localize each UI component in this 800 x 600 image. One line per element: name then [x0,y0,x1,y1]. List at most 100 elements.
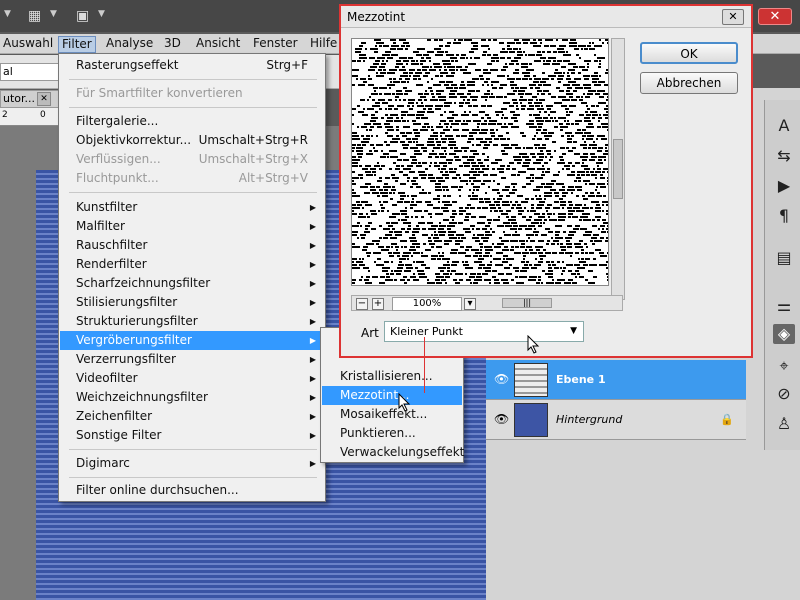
menu-fenster[interactable]: Fenster [250,36,301,53]
submenu-arrow-icon: ▶ [309,459,316,468]
menu-item-label: Verzerrungsfilter [76,352,176,366]
submenu-arrow-icon: ▶ [309,203,316,212]
cancel-button[interactable]: Abbrechen [640,72,738,94]
menu-item-label: Filtergalerie... [76,114,159,128]
preview-vertical-scrollbar[interactable] [611,38,625,300]
menu-item-filter-online[interactable]: Filter online durchsuchen... [60,481,324,500]
submenu-arrow-icon: ▶ [309,279,316,288]
stamp-icon[interactable]: ♙ [773,414,795,434]
art-select-value: Kleiner Punkt [390,325,463,338]
scroll-thumb[interactable] [613,139,623,199]
menu-item-filtergalerie[interactable]: Filtergalerie... [60,112,324,131]
submenu-arrow-icon: ▶ [309,298,316,307]
menu-item-label: Stilisierungsfilter [76,295,178,309]
menu-item-label: Videofilter [76,371,138,385]
menu-item-strukturierungsfilter[interactable]: Strukturierungsfilter ▶ [60,312,324,331]
menu-item-rauschfilter[interactable]: Rauschfilter ▶ [60,236,324,255]
menu-item-label: Kunstfilter [76,200,138,214]
document-tab[interactable]: utor... [0,90,60,108]
menu-item-label: Zeichenfilter [76,409,153,423]
menu-item-scharfzeichnungsfilter[interactable]: Scharfzeichnungsfilter ▶ [60,274,324,293]
zoom-dropdown-icon[interactable]: ▾ [464,298,476,310]
mouse-cursor-icon [398,393,411,412]
submenu-item-mosaikeffekt[interactable]: Mosaikeffekt... [322,405,462,424]
option-field[interactable]: al [0,63,60,81]
menu-item-malfilter[interactable]: Malfilter ▶ [60,217,324,236]
filter-preview[interactable] [351,38,609,286]
dialog-title: Mezzotint [341,6,751,28]
ruler-mark: 2 [2,110,8,120]
menu-item-label: Scharfzeichnungsfilter [76,276,211,290]
layer-row[interactable]: 👁 Ebene 1 [486,360,746,400]
menu-item-zeichenfilter[interactable]: Zeichenfilter ▶ [60,407,324,426]
zoom-level[interactable]: 100% [392,297,462,311]
zoom-bar: − + 100% ▾ ||| [351,295,623,311]
arrange-documents-icon[interactable]: ▦ [28,8,41,24]
screen-mode-icon[interactable]: ▣ [76,8,89,24]
menu-item-stilisierungsfilter[interactable]: Stilisierungsfilter ▶ [60,293,324,312]
menu-item-digimarc[interactable]: Digimarc ▶ [60,454,324,473]
menu-item-weichzeichnungsfilter[interactable]: Weichzeichnungsfilter ▶ [60,388,324,407]
paragraph-icon[interactable]: ¶ [773,206,795,226]
menu-item-vergroeberungsfilter[interactable]: Vergröberungsfilter ▶ [60,331,324,350]
zoom-out-button[interactable]: − [356,298,368,310]
menu-item-videofilter[interactable]: Videofilter ▶ [60,369,324,388]
chevron-down-icon[interactable]: ▼ [98,9,105,19]
menu-item-renderfilter[interactable]: Renderfilter ▶ [60,255,324,274]
menu-item-label: Strukturierungsfilter [76,314,198,328]
menu-item-fluchtpunkt: Fluchtpunkt... Alt+Strg+V [60,169,324,188]
art-label: Art [361,326,379,340]
shortcut-label: Alt+Strg+V [238,171,308,185]
menu-item-label: Rauschfilter [76,238,148,252]
eye-icon[interactable]: 👁 [494,412,509,426]
clone-source-icon[interactable]: ⇆ [773,146,795,166]
close-icon[interactable]: ✕ [722,9,744,25]
submenu-item-mezzotint[interactable]: Mezzotint... [322,386,462,405]
menu-item-label: Sonstige Filter [76,428,162,442]
paths-icon[interactable]: ⌖ [773,356,795,376]
submenu-arrow-icon: ▶ [309,317,316,326]
submenu-arrow-icon: ▶ [309,241,316,250]
layers-icon[interactable]: ◈ [773,324,795,344]
menu-item-rasterungseffekt[interactable]: Rasterungseffekt Strg+F [60,56,324,75]
notes-icon[interactable]: ▤ [773,248,795,268]
mezzotint-preview-pattern [352,39,608,285]
annotation-line [424,337,425,393]
menu-item-objektivkorrektur[interactable]: Objektivkorrektur... Umschalt+Strg+R [60,131,324,150]
chevron-down-icon[interactable]: ▼ [4,9,11,19]
menu-separator [69,449,317,450]
close-icon[interactable]: ✕ [37,92,51,106]
shortcut-label: Strg+F [266,58,308,72]
menu-analyse[interactable]: Analyse [103,36,156,53]
eye-icon[interactable]: 👁 [494,372,509,386]
submenu-arrow-icon: ▶ [309,355,316,364]
character-icon[interactable]: A [773,116,795,136]
menu-filter[interactable]: Filter [58,36,96,53]
menu-item-verzerrungsfilter[interactable]: Verzerrungsfilter ▶ [60,350,324,369]
menu-item-sonstige-filter[interactable]: Sonstige Filter ▶ [60,426,324,445]
zoom-in-button[interactable]: + [372,298,384,310]
menu-hilfe[interactable]: Hilfe [307,36,340,53]
menu-3d[interactable]: 3D [161,36,184,53]
menu-ansicht[interactable]: Ansicht [193,36,243,53]
menu-auswahl[interactable]: Auswahl [0,36,56,53]
chevron-down-icon: ▼ [570,326,577,336]
menu-item-label: Digimarc [76,456,130,470]
shortcut-label: Umschalt+Strg+X [198,152,308,166]
submenu-arrow-icon: ▶ [309,431,316,440]
adjustments-icon[interactable]: ⚌ [773,296,795,316]
window-close-button[interactable]: ✕ [758,8,792,25]
navigator-icon[interactable]: ⊘ [773,384,795,404]
chevron-down-icon[interactable]: ▼ [50,9,57,19]
menu-item-label: Rasterungseffekt [76,58,179,72]
submenu-item-punktieren[interactable]: Punktieren... [322,424,462,443]
submenu-item-verwackelungseffekt[interactable]: Verwackelungseffekt [322,443,464,462]
art-select[interactable]: Kleiner Punkt ▼ [384,321,584,342]
preview-horizontal-scrollbar[interactable]: ||| [502,298,552,308]
submenu-item-kristallisieren[interactable]: Kristallisieren... [322,367,462,386]
submenu-arrow-icon: ▶ [309,374,316,383]
layer-row[interactable]: 👁 Hintergrund [486,400,746,440]
menu-item-kunstfilter[interactable]: Kunstfilter ▶ [60,198,324,217]
ok-button[interactable]: OK [640,42,738,64]
actions-icon[interactable]: ▶ [773,176,795,196]
